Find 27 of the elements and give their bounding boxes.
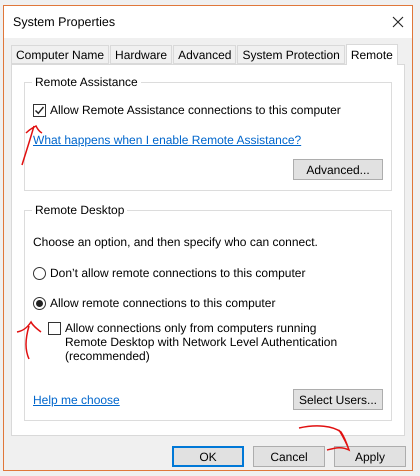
instruction-text: Choose an option, and then specify who can connect. xyxy=(33,235,318,249)
radio-label: Don’t allow remote connections to this computer xyxy=(50,266,306,280)
group-title: Remote Assistance xyxy=(34,75,139,89)
dialog-button[interactable]: Cancel xyxy=(253,446,325,467)
tab[interactable]: Computer Name xyxy=(11,45,110,64)
tab[interactable]: Hardware xyxy=(110,45,172,64)
radio-button[interactable] xyxy=(33,297,46,310)
checkbox[interactable] xyxy=(48,322,61,335)
tab[interactable]: System Protection xyxy=(237,45,345,64)
checkbox-label: Allow connections only from computers running Remote Desktop with Network Level Authentication (recommended) xyxy=(65,321,338,363)
radio-label: Allow remote connections to this computer xyxy=(50,296,276,310)
annotation-arrow xyxy=(15,320,43,360)
checkbox[interactable] xyxy=(33,104,46,117)
tab[interactable]: Remote xyxy=(346,44,398,65)
dialog-button[interactable]: Apply xyxy=(334,446,406,467)
checkbox-label: Allow Remote Assistance connections to this computer xyxy=(50,103,341,117)
advanced-button[interactable]: Advanced... xyxy=(293,159,383,180)
close-icon[interactable] xyxy=(392,16,404,28)
annotation-arrow xyxy=(297,424,353,452)
select-users-button[interactable]: Select Users... xyxy=(293,389,383,410)
tab[interactable]: Advanced xyxy=(173,45,236,64)
dialog-button[interactable]: OK xyxy=(172,446,244,467)
help-link[interactable]: What happens when I enable Remote Assistance? xyxy=(33,133,302,147)
window-title: System Properties xyxy=(13,15,116,29)
help-link[interactable]: Help me choose xyxy=(33,392,120,406)
radio-button[interactable] xyxy=(33,267,46,280)
group-title: Remote Desktop xyxy=(34,203,126,217)
